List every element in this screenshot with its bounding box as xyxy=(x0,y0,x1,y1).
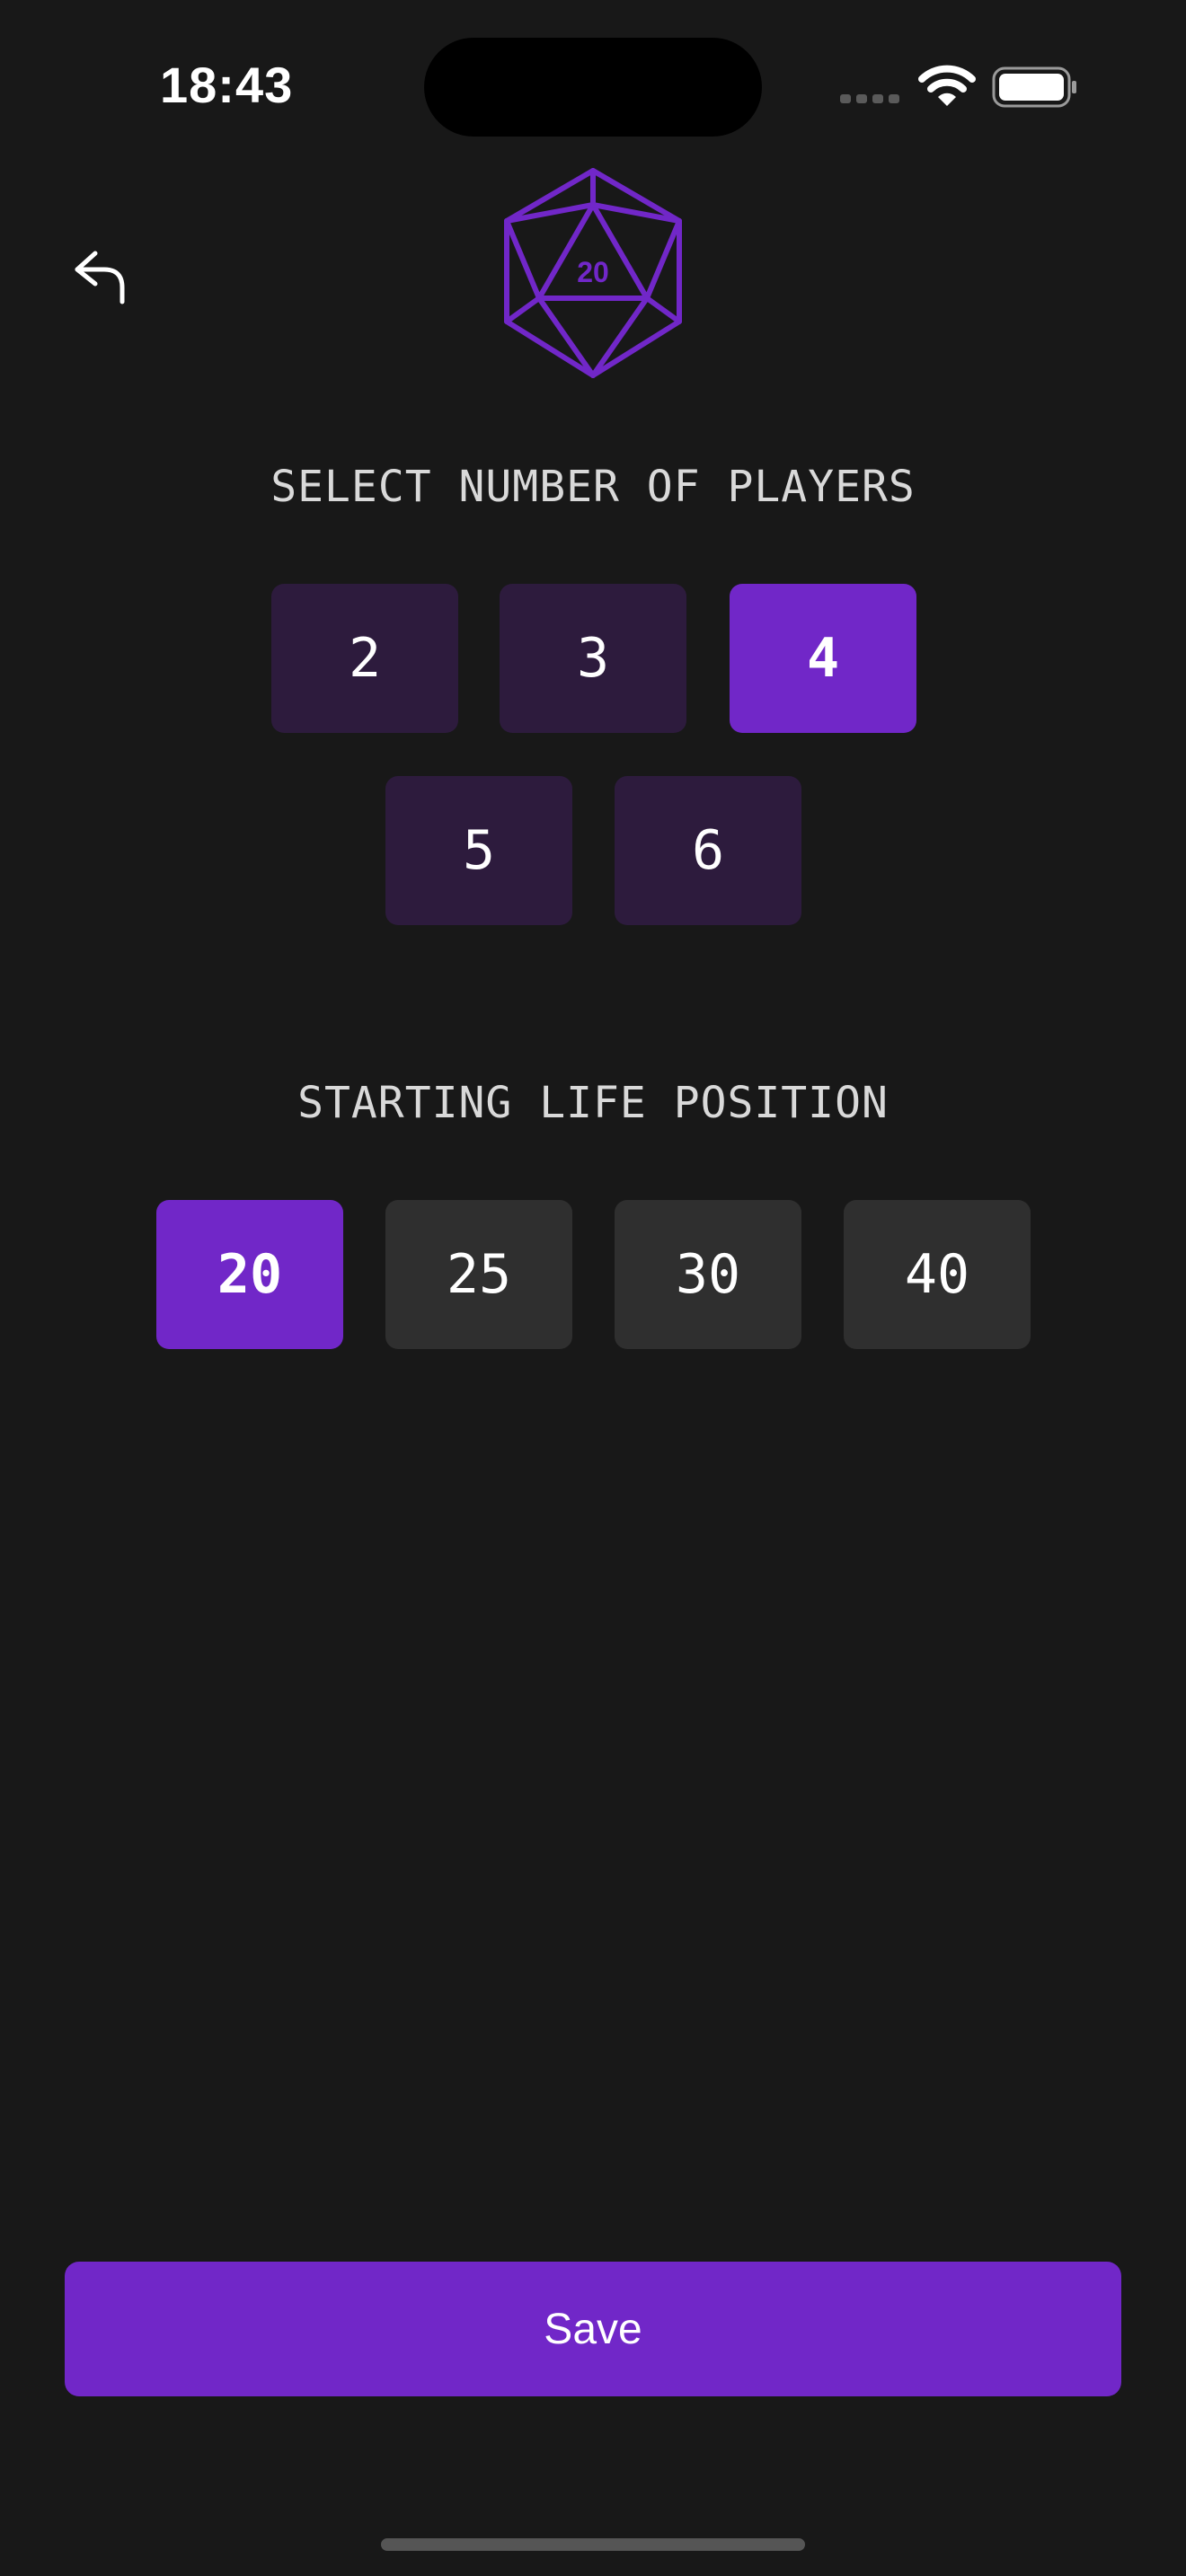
life-option-30[interactable]: 30 xyxy=(615,1200,801,1349)
players-option-4[interactable]: 4 xyxy=(730,584,916,733)
players-option-6[interactable]: 6 xyxy=(615,776,801,925)
life-option-40[interactable]: 40 xyxy=(844,1200,1031,1349)
players-heading: SELECT NUMBER OF PLAYERS xyxy=(270,462,916,512)
players-option-5[interactable]: 5 xyxy=(385,776,572,925)
home-indicator xyxy=(381,2538,805,2551)
players-option-3[interactable]: 3 xyxy=(500,584,686,733)
cellular-signal-icon xyxy=(840,94,899,103)
logo-text: 20 xyxy=(577,256,609,288)
life-option-25[interactable]: 25 xyxy=(385,1200,572,1349)
undo-arrow-icon xyxy=(75,251,125,304)
wifi-icon xyxy=(918,65,976,106)
status-time: 18:43 xyxy=(160,57,294,113)
life-heading: STARTING LIFE POSITION xyxy=(297,1078,889,1128)
life-option-20[interactable]: 20 xyxy=(156,1200,343,1349)
dynamic-island xyxy=(424,38,762,137)
save-button[interactable]: Save xyxy=(65,2262,1121,2396)
players-option-2[interactable]: 2 xyxy=(271,584,458,733)
d20-die-icon: 20 xyxy=(504,168,682,378)
battery-icon xyxy=(992,66,1076,108)
back-button[interactable] xyxy=(63,241,135,313)
